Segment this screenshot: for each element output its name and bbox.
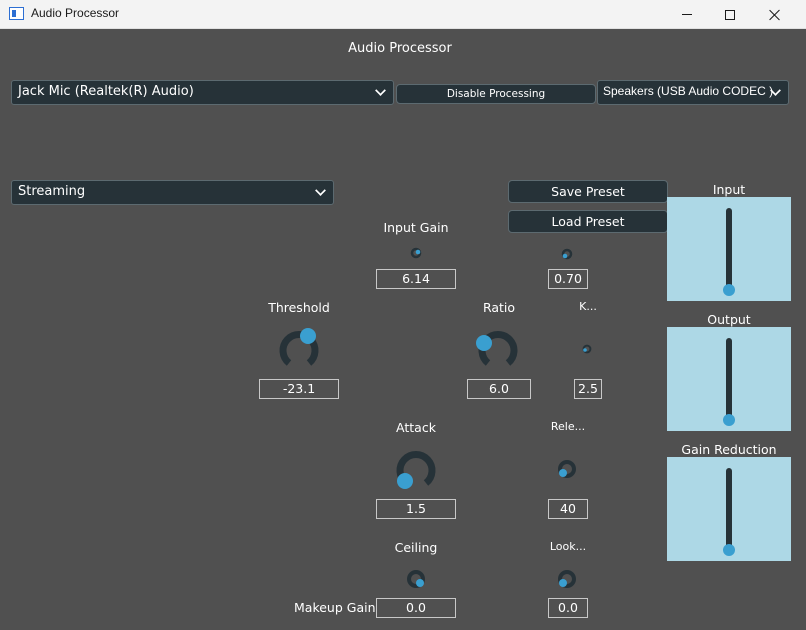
window-title: Audio Processor [31, 6, 120, 20]
input-gain-field[interactable]: 6.14 [376, 269, 456, 289]
input-meter-track [726, 208, 732, 290]
release-knob[interactable] [556, 458, 578, 480]
output-meter-thumb[interactable] [723, 414, 735, 426]
knee-knob[interactable] [582, 344, 592, 354]
minimize-button[interactable] [664, 0, 710, 29]
gain-reduction-meter [667, 457, 791, 561]
close-icon [769, 9, 781, 21]
input-gain-aux-knob[interactable] [561, 248, 573, 260]
app-icon [9, 7, 24, 20]
attack-knob[interactable] [393, 446, 439, 492]
preset-select[interactable]: Streaming [11, 180, 334, 205]
release-field[interactable]: 40 [548, 499, 588, 519]
input-meter-thumb[interactable] [723, 284, 735, 296]
input-gain-aux-field[interactable]: 0.70 [548, 269, 588, 289]
header-title: Audio Processor [348, 41, 452, 56]
threshold-field[interactable]: -23.1 [259, 379, 339, 399]
disable-processing-button[interactable]: Disable Processing [396, 84, 596, 104]
attack-label: Attack [396, 420, 436, 435]
knee-field[interactable]: 2.5 [574, 379, 602, 399]
release-label: Rele... [550, 420, 586, 433]
lookahead-field[interactable]: 0.0 [548, 598, 588, 618]
gain-reduction-meter-label: Gain Reduction [681, 442, 777, 457]
maximize-button[interactable] [707, 0, 753, 29]
lookahead-label: Look... [549, 540, 587, 553]
chevron-down-icon [315, 186, 325, 196]
input-meter-label: Input [712, 182, 746, 197]
gain-reduction-meter-track [726, 468, 732, 550]
lookahead-knob[interactable] [556, 568, 578, 590]
ratio-field[interactable]: 6.0 [467, 379, 531, 399]
output-meter-label: Output [707, 312, 751, 327]
input-meter [667, 197, 791, 301]
chevron-down-icon [770, 86, 780, 96]
close-button[interactable] [752, 0, 798, 29]
input-device-select[interactable]: Jack Mic (Realtek(R) Audio) [11, 80, 394, 105]
output-device-value: Speakers (USB Audio CODEC ) [603, 84, 774, 98]
input-device-value: Jack Mic (Realtek(R) Audio) [18, 84, 194, 99]
ceiling-label: Ceiling [394, 540, 438, 555]
ceiling-knob[interactable] [405, 568, 427, 590]
maximize-icon [725, 9, 735, 20]
ceiling-field[interactable]: 0.0 [376, 598, 456, 618]
threshold-knob[interactable] [276, 326, 322, 372]
makeup-gain-label: Makeup Gain [294, 600, 376, 615]
minimize-icon [682, 14, 692, 15]
load-preset-button[interactable]: Load Preset [508, 210, 668, 233]
attack-field[interactable]: 1.5 [376, 499, 456, 519]
title-bar: Audio Processor [0, 0, 806, 29]
output-meter [667, 327, 791, 431]
gain-reduction-meter-thumb[interactable] [723, 544, 735, 556]
ratio-knob[interactable] [475, 326, 521, 372]
output-device-select[interactable]: Speakers (USB Audio CODEC ) [597, 80, 789, 105]
input-gain-label: Input Gain [383, 220, 449, 235]
output-meter-track [726, 338, 732, 420]
ratio-label: Ratio [482, 300, 516, 315]
preset-value: Streaming [18, 184, 86, 199]
save-preset-button[interactable]: Save Preset [508, 180, 668, 203]
knee-label: K... [579, 300, 597, 313]
threshold-label: Threshold [268, 300, 330, 315]
input-gain-knob[interactable] [410, 247, 422, 259]
chevron-down-icon [375, 86, 385, 96]
